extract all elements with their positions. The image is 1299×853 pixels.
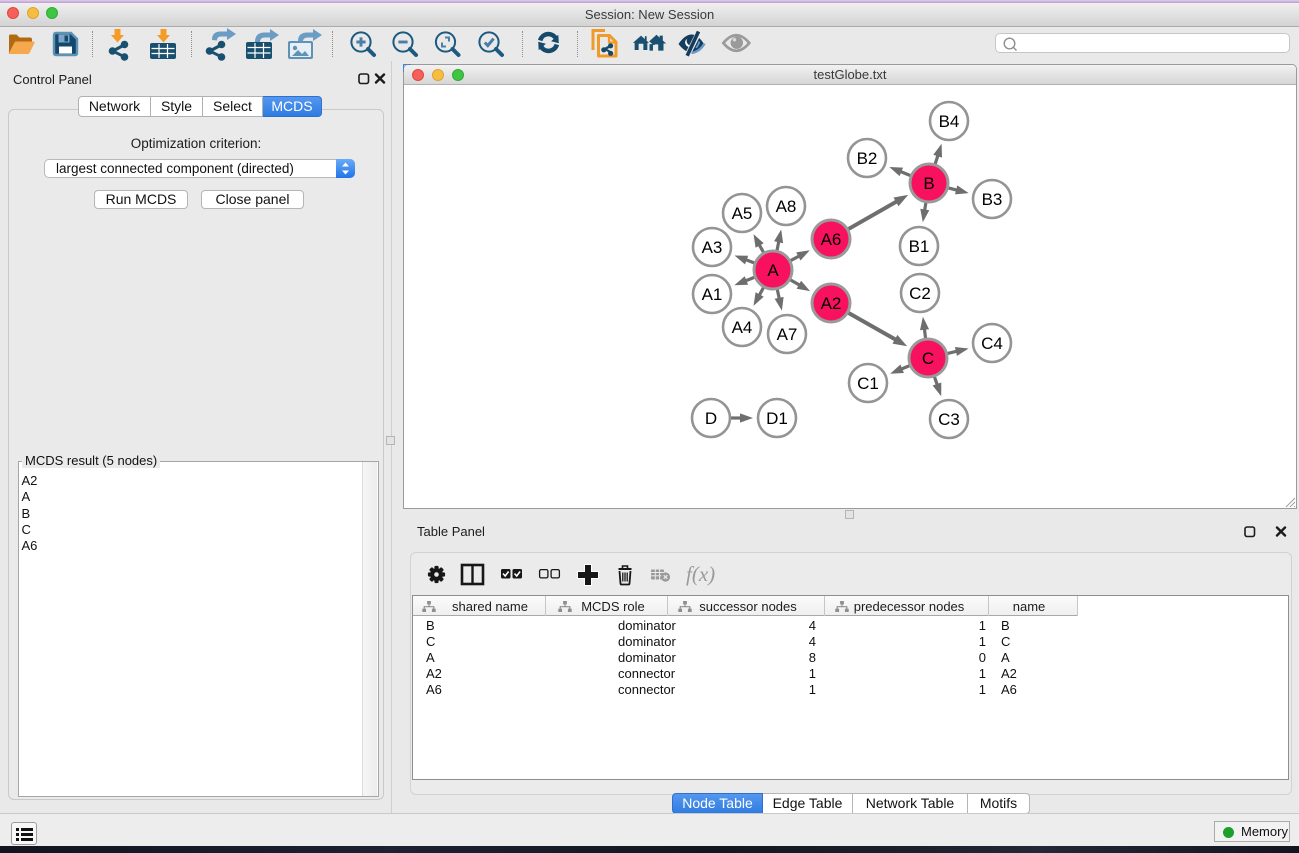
svg-text:f(x): f(x) (686, 562, 715, 586)
svg-text:C4: C4 (981, 334, 1003, 353)
svg-text:A5: A5 (732, 204, 753, 223)
svg-text:C2: C2 (909, 284, 931, 303)
svg-text:A8: A8 (776, 197, 797, 216)
svg-text:B4: B4 (939, 112, 960, 131)
svg-text:A2: A2 (821, 294, 842, 313)
svg-text:D: D (705, 409, 717, 428)
svg-text:A4: A4 (732, 318, 753, 337)
svg-text:C3: C3 (938, 410, 960, 429)
svg-text:A7: A7 (777, 325, 798, 344)
svg-text:B: B (923, 174, 934, 193)
svg-text:D1: D1 (766, 409, 788, 428)
svg-text:B3: B3 (982, 190, 1003, 209)
svg-text:B2: B2 (857, 149, 878, 168)
svg-text:A3: A3 (702, 238, 723, 257)
svg-text:A: A (767, 261, 779, 280)
svg-text:C1: C1 (857, 374, 879, 393)
svg-text:B1: B1 (909, 237, 930, 256)
svg-text:C: C (922, 349, 934, 368)
svg-text:A1: A1 (702, 285, 723, 304)
svg-text:A6: A6 (821, 230, 842, 249)
